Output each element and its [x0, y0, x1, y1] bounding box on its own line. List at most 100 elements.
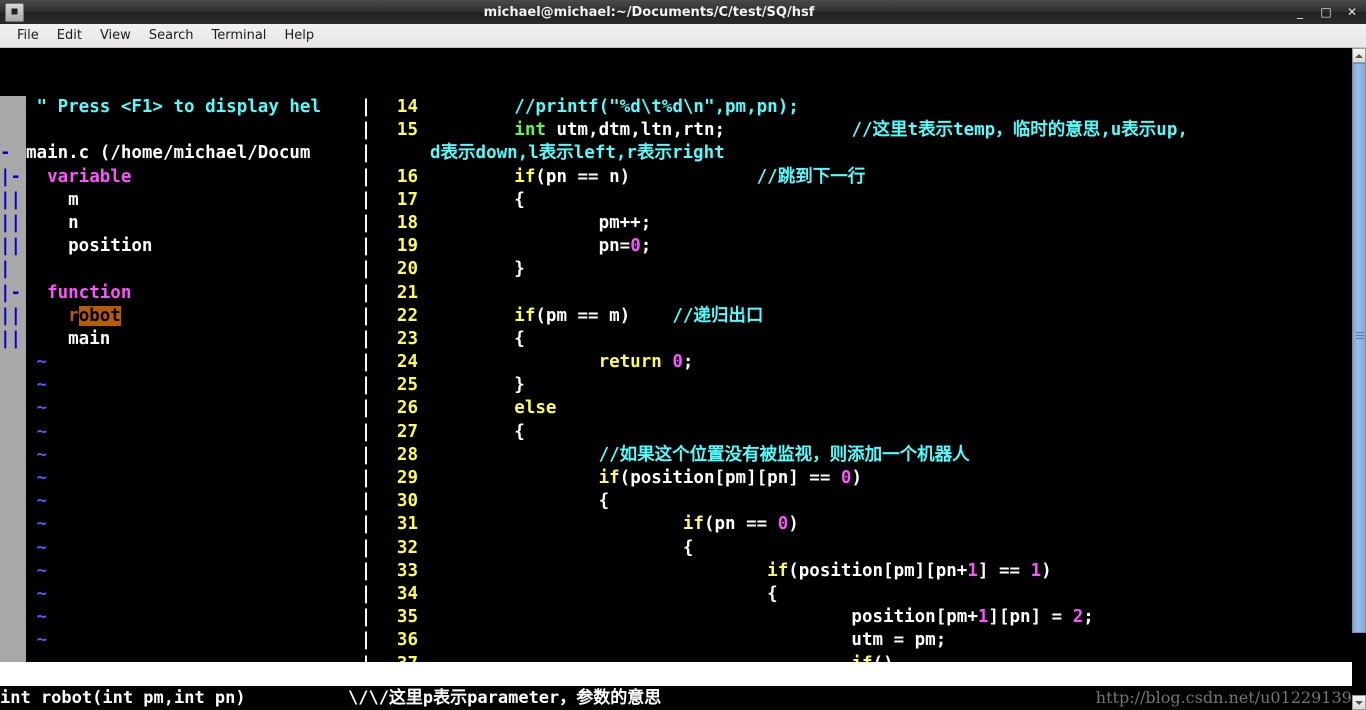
fold-marker[interactable]: [0, 119, 26, 142]
code-token: ][pn] =: [988, 607, 1073, 628]
taglist-blank-row: [26, 258, 360, 281]
code-token: (pn == n): [535, 166, 631, 187]
close-button[interactable]: ✕: [1346, 6, 1358, 18]
scrollbar-thumb[interactable]: [1352, 63, 1366, 633]
code-token: (pn ==: [703, 514, 778, 535]
tilde-marker: ~: [26, 514, 48, 535]
line-number: 15: [396, 120, 418, 141]
tilde-marker: ~: [26, 537, 48, 558]
code-line: 24 return 0;: [372, 351, 1352, 374]
taglist-empty-row: ~: [26, 397, 360, 420]
taglist-empty-row: ~: [26, 421, 360, 444]
tilde-marker: ~: [26, 375, 48, 396]
line-number: 36: [396, 630, 418, 651]
separator-char: |: [360, 166, 372, 187]
scroll-up-arrow-icon[interactable]: [1352, 48, 1366, 63]
code-token: 2: [1072, 607, 1084, 628]
taglist-item-label-selected: obot: [78, 305, 121, 326]
menu-item-search[interactable]: Search: [140, 26, 203, 45]
line-number: 34: [396, 583, 418, 604]
menu-item-edit[interactable]: Edit: [48, 26, 91, 45]
taglist-item-label: main: [26, 328, 111, 349]
taglist-item-main[interactable]: main: [26, 328, 360, 351]
menu-item-view[interactable]: View: [91, 26, 140, 45]
code-token: }: [430, 375, 525, 396]
line-number: 28: [396, 444, 418, 465]
fold-marker[interactable]: |-: [0, 166, 26, 189]
fold-marker[interactable]: ||: [0, 212, 26, 235]
tilde-marker: ~: [26, 607, 48, 628]
code-token: if: [598, 468, 620, 488]
code-token: 1: [977, 607, 989, 628]
line-number: 22: [396, 305, 418, 326]
code-line: 16 if(pn == n) //跳到下一行: [372, 166, 1352, 189]
line-number: 19: [396, 236, 418, 257]
code-line: 14 //printf("%d\t%d\n",pm,pn);: [372, 96, 1352, 119]
code-token: utm = pm;: [430, 630, 947, 651]
vertical-scrollbar[interactable]: [1352, 48, 1366, 710]
code-token: //递归出口: [672, 305, 764, 326]
menu-item-file[interactable]: File: [8, 26, 48, 45]
fold-marker[interactable]: |-: [0, 282, 26, 305]
tilde-marker: ~: [26, 560, 48, 581]
taglist-pane[interactable]: " Press <F1> to display hel main.c (/home…: [26, 96, 360, 710]
taglist-item-position[interactable]: position: [26, 235, 360, 258]
code-token: {: [430, 583, 778, 604]
code-token: if: [514, 305, 536, 326]
line-number: 35: [396, 607, 418, 628]
window-separator: |||||||||||||||||||||||||||: [360, 96, 372, 710]
taglist-item-m[interactable]: m: [26, 189, 360, 212]
line-number: 29: [396, 468, 418, 488]
separator-char: |: [360, 607, 372, 628]
code-token: ): [851, 468, 863, 488]
fold-marker[interactable]: ||: [0, 235, 26, 258]
status-line: __Tag_List__ 10,5 All main.c 38,6-41 16%: [0, 662, 1352, 708]
taglist-empty-row: ~: [26, 537, 360, 560]
taglist-group-label: variable: [26, 166, 132, 187]
taglist-group-variable[interactable]: variable: [26, 166, 360, 189]
code-line: 17 {: [372, 189, 1352, 212]
minimize-button[interactable]: _: [1294, 6, 1306, 18]
taglist-item-n[interactable]: n: [26, 212, 360, 235]
code-pane[interactable]: 14 //printf("%d\t%d\n",pm,pn); 15 int utm…: [372, 96, 1352, 710]
tilde-marker: ~: [26, 491, 48, 512]
code-token: else: [514, 398, 557, 419]
taglist-group-function[interactable]: function: [26, 282, 360, 305]
menu-item-help[interactable]: Help: [275, 26, 323, 45]
taglist-empty-row: ~: [26, 467, 360, 490]
code-token: return: [598, 352, 662, 373]
fold-marker[interactable]: ||: [0, 305, 26, 328]
fold-marker[interactable]: |: [0, 258, 26, 281]
line-number: 32: [396, 537, 418, 558]
line-number: 33: [396, 560, 418, 581]
line-number: 17: [396, 189, 418, 210]
taglist-item-label: m: [26, 189, 79, 210]
fold-marker[interactable]: -: [0, 142, 26, 165]
maximize-button[interactable]: □: [1320, 6, 1332, 18]
code-line: d表示down,l表示left,r表示right: [372, 142, 1352, 165]
fold-marker[interactable]: [0, 96, 26, 119]
terminal-window: ■ michael@michael:~/Documents/C/test/SQ/…: [0, 0, 1366, 710]
scroll-down-arrow-icon[interactable]: [1352, 695, 1366, 710]
code-line: 34 {: [372, 583, 1352, 606]
taglist-empty-row: ~: [26, 629, 360, 652]
menu-item-terminal[interactable]: Terminal: [202, 26, 275, 45]
fold-marker[interactable]: ||: [0, 328, 26, 351]
code-token: if: [767, 560, 789, 581]
tilde-marker: ~: [26, 630, 48, 651]
line-number: 14: [396, 97, 418, 117]
separator-char: |: [360, 421, 372, 442]
taglist-empty-row: ~: [26, 490, 360, 513]
taglist-file-entry[interactable]: main.c (/home/michael/Docum: [26, 142, 360, 165]
code-token: //printf("%d\t%d\n",pm,pn);: [514, 97, 799, 117]
taglist-item-robot[interactable]: robot: [26, 305, 360, 328]
separator-char: |: [360, 305, 372, 326]
separator-char: |: [360, 375, 372, 396]
code-token: pm++;: [430, 212, 652, 233]
fold-marker[interactable]: ||: [0, 189, 26, 212]
